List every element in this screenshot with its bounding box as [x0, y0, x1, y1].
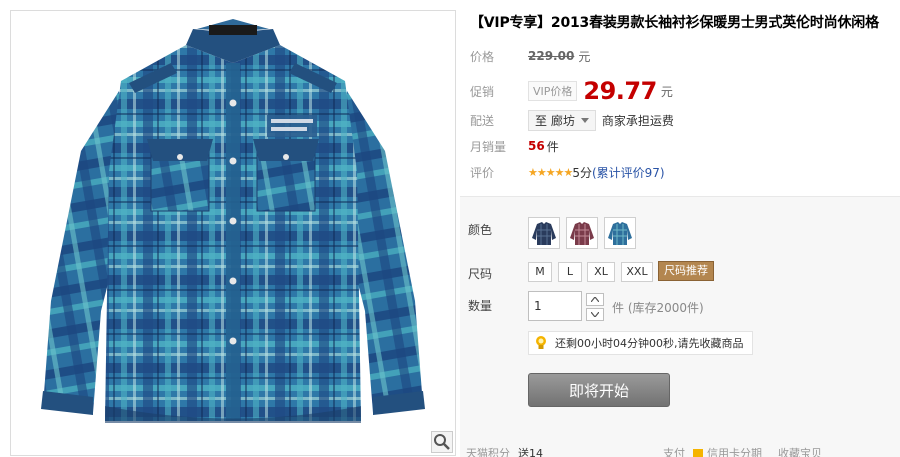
promo-label: 促销 — [470, 84, 495, 99]
sales-count: 56 — [528, 139, 545, 153]
payment-label: 支付 — [663, 447, 685, 457]
stock-text: 件 (库存2000件) — [612, 301, 704, 315]
promo-price: 29.77 — [583, 77, 657, 105]
countdown-text: 还剩00小时04分钟00秒,请先收藏商品 — [555, 337, 744, 350]
color-swatch-red[interactable] — [566, 217, 598, 249]
price-row: 价格 229.00 元 — [470, 44, 900, 68]
promo-currency: 元 — [660, 84, 673, 99]
product-title: 【VIP专享】2013春装男款长袖衬衫保暖男士男式英伦时尚休闲格 — [470, 15, 879, 31]
star-rating-icon: ★★★★★ — [528, 165, 573, 179]
review-count-link[interactable]: (累计评价97) — [592, 164, 665, 181]
price-label: 价格 — [470, 49, 495, 64]
bottom-info-row: 天猫积分 送14 支付 信用卡分期 收藏宝贝 — [466, 445, 896, 457]
quantity-increase-button[interactable] — [586, 293, 604, 306]
points-value: 送14 — [518, 447, 543, 457]
chevron-up-icon — [591, 297, 599, 302]
shipping-note: 商家承担运费 — [601, 113, 674, 128]
shirt-thumb-navy-icon — [532, 222, 556, 245]
coming-soon-button[interactable]: 即将开始 — [528, 373, 670, 407]
countdown-notice: 还剩00小时04分钟00秒,请先收藏商品 — [528, 331, 753, 355]
quantity-label: 数量 — [468, 299, 493, 313]
lightbulb-icon — [536, 336, 546, 349]
rating-label: 评价 — [470, 165, 495, 180]
payment-value-text: 信用卡分期 — [707, 447, 762, 457]
promo-row: 促销 VIP价格 29.77 元 — [470, 76, 900, 106]
plaid-shirt-image — [41, 19, 425, 423]
shirt-thumb-red-icon — [570, 222, 594, 245]
chevron-down-icon — [591, 312, 599, 317]
credit-card-icon — [693, 449, 703, 457]
shirt-thumb-blue-icon — [608, 222, 632, 245]
size-label: 尺码 — [468, 267, 493, 281]
original-price: 229.00 — [528, 49, 575, 63]
size-guide-button[interactable]: 尺码推荐 — [658, 261, 714, 281]
shipping-row: 配送 至 廊坊 商家承担运费 — [470, 108, 900, 132]
quantity-input[interactable] — [528, 291, 582, 321]
size-option-m[interactable]: M — [528, 262, 552, 282]
size-option-xl[interactable]: XL — [587, 262, 615, 282]
points-label: 天猫积分 — [466, 447, 510, 457]
payment-value: 信用卡分期 — [693, 445, 770, 457]
rating-row: 评价 ★★★★★ 5分 (累计评价97) — [470, 160, 900, 184]
zoom-button[interactable] — [431, 431, 453, 453]
quantity-decrease-button[interactable] — [586, 308, 604, 321]
color-swatch-blue[interactable] — [604, 217, 636, 249]
magnifier-icon — [434, 434, 450, 450]
vip-price-tag: VIP价格 — [528, 81, 578, 101]
sales-row: 月销量 56 件 — [470, 134, 900, 158]
chevron-down-icon — [580, 117, 589, 123]
color-label: 颜色 — [468, 223, 493, 237]
purchase-options-panel: 颜色 尺码 M L XL XXL 尺码推荐 数量 件 (库存2000件) — [460, 196, 900, 457]
shipping-label: 配送 — [470, 113, 495, 128]
shipping-destination-select[interactable]: 至 廊坊 — [528, 109, 596, 131]
size-option-xxl[interactable]: XXL — [621, 262, 653, 282]
size-option-l[interactable]: L — [558, 262, 582, 282]
color-swatch-navy[interactable] — [528, 217, 560, 249]
collect-link[interactable]: 收藏宝贝 — [778, 445, 822, 457]
sales-unit: 件 — [546, 139, 559, 154]
sales-label: 月销量 — [470, 139, 507, 154]
product-image-frame[interactable] — [10, 10, 456, 456]
shipping-destination: 至 廊坊 — [535, 113, 575, 128]
rating-score: 5分 — [572, 165, 592, 180]
price-currency: 元 — [578, 49, 591, 64]
